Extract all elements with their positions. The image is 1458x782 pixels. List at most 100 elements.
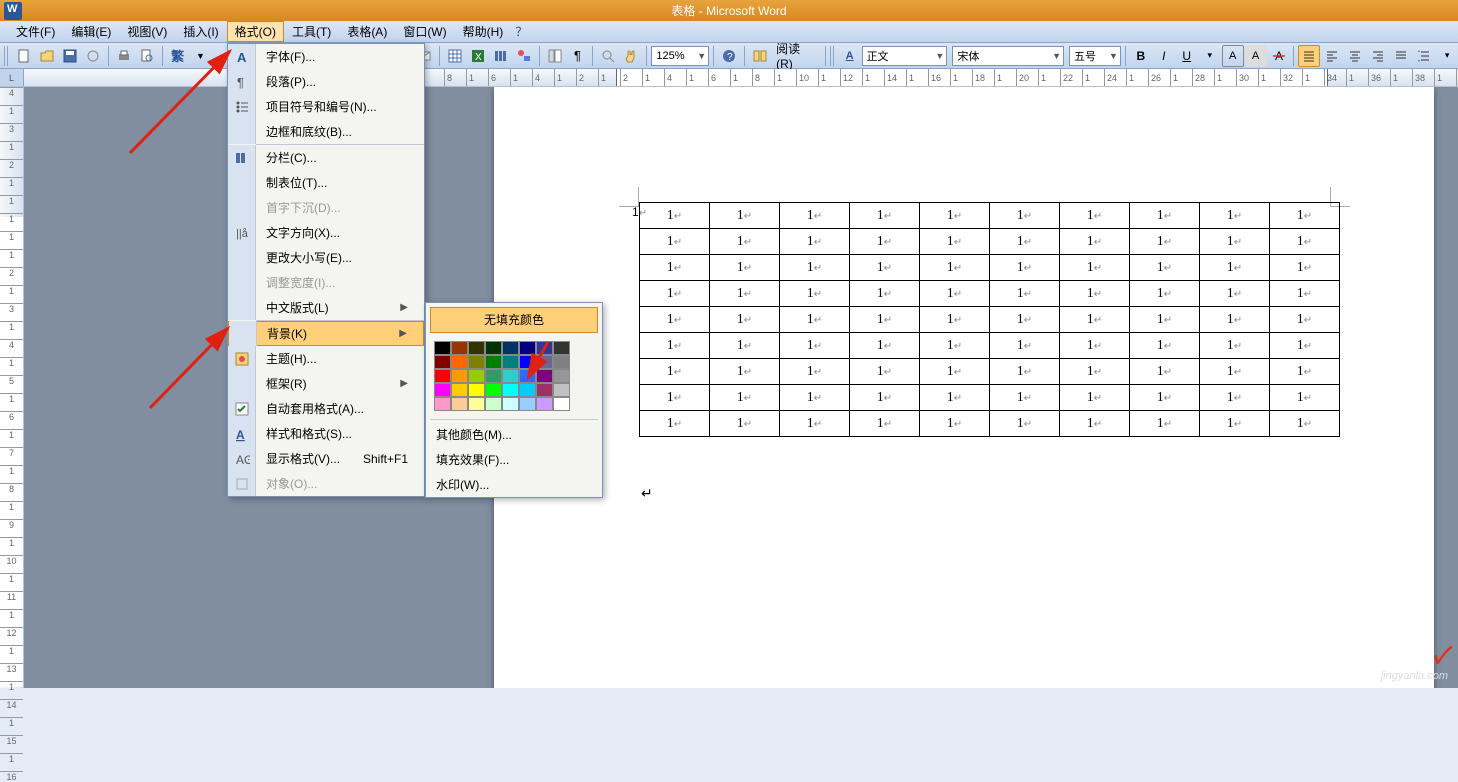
table-cell[interactable]: 1↵ — [640, 255, 710, 281]
show-marks-button[interactable]: ¶ — [567, 45, 589, 67]
color-swatch[interactable] — [434, 369, 451, 383]
color-swatch[interactable] — [553, 397, 570, 411]
table-cell[interactable]: 1↵ — [780, 203, 850, 229]
format-menu-item-10[interactable]: 调整宽度(I)... — [228, 270, 424, 295]
table-cell[interactable]: 1↵ — [850, 229, 920, 255]
table-cell[interactable]: 1↵ — [990, 281, 1060, 307]
table-cell[interactable]: 1↵ — [640, 307, 710, 333]
underline-button[interactable]: U — [1176, 45, 1198, 67]
table-cell[interactable]: 1↵ — [1270, 255, 1340, 281]
format-menu-item-16[interactable]: 自动套用格式(A)... — [228, 396, 424, 421]
table-cell[interactable]: 1↵ — [1270, 307, 1340, 333]
table-cell[interactable]: 1↵ — [1200, 307, 1270, 333]
read-mode-label[interactable]: 阅读(R) — [772, 40, 821, 71]
toolbar-grip[interactable] — [4, 46, 10, 66]
hand-button[interactable] — [620, 45, 642, 67]
align-right-button[interactable] — [1367, 45, 1389, 67]
color-swatch[interactable] — [536, 397, 553, 411]
table-cell[interactable]: 1↵ — [850, 255, 920, 281]
color-swatch[interactable] — [502, 397, 519, 411]
table-cell[interactable]: 1↵ — [1060, 307, 1130, 333]
table-cell[interactable]: 1↵ — [1130, 411, 1200, 437]
menu-view[interactable]: 视图(V) — [119, 21, 175, 42]
menu-tools[interactable]: 工具(T) — [284, 21, 339, 42]
border-a-button[interactable]: A — [1222, 45, 1244, 67]
table-cell[interactable]: 1↵ — [850, 411, 920, 437]
table-cell[interactable]: 1↵ — [710, 307, 780, 333]
color-swatch[interactable] — [451, 355, 468, 369]
char-shade-button[interactable]: A — [1245, 45, 1267, 67]
table-cell[interactable]: 1↵ — [1060, 385, 1130, 411]
line-spacing-button[interactable] — [1413, 45, 1435, 67]
table-cell[interactable]: 1↵ — [990, 307, 1060, 333]
table-cell[interactable]: 1↵ — [850, 281, 920, 307]
table-cell[interactable]: 1↵ — [990, 359, 1060, 385]
menu-edit[interactable]: 编辑(E) — [63, 21, 119, 42]
drawing-button[interactable] — [513, 45, 535, 67]
table-cell[interactable]: 1↵ — [1130, 359, 1200, 385]
table-cell[interactable]: 1↵ — [990, 255, 1060, 281]
format-menu-item-7[interactable]: 首字下沉(D)... — [228, 195, 424, 220]
color-swatch[interactable] — [485, 397, 502, 411]
align-distribute-button[interactable] — [1390, 45, 1412, 67]
table-cell[interactable]: 1↵ — [920, 385, 990, 411]
table-cell[interactable]: 1↵ — [1060, 281, 1130, 307]
table-button[interactable] — [444, 45, 466, 67]
table-cell[interactable]: 1↵ — [780, 229, 850, 255]
table-cell[interactable]: 1↵ — [640, 229, 710, 255]
table-cell[interactable]: 1↵ — [780, 359, 850, 385]
format-menu-item-8[interactable]: ||å文字方向(X)... — [228, 220, 424, 245]
help-icon[interactable]: ？ — [515, 23, 527, 40]
table-cell[interactable]: 1↵ — [920, 281, 990, 307]
table-cell[interactable]: 1↵ — [990, 385, 1060, 411]
align-justify-button[interactable] — [1298, 45, 1320, 67]
table-cell[interactable]: 1↵ — [1270, 359, 1340, 385]
book-icon[interactable] — [749, 45, 771, 67]
table-cell[interactable]: 1↵ — [640, 281, 710, 307]
table-cell[interactable]: 1↵ — [1200, 385, 1270, 411]
table-cell[interactable]: 1↵ — [920, 307, 990, 333]
format-menu-item-11[interactable]: 中文版式(L)▶ — [228, 295, 424, 320]
format-menu-item-13[interactable]: 背景(K)▶ — [228, 321, 424, 346]
table-cell[interactable]: 1↵ — [1060, 229, 1130, 255]
format-menu-item-18[interactable]: Aʘ显示格式(V)...Shift+F1 — [228, 446, 424, 471]
table-cell[interactable]: 1↵ — [780, 411, 850, 437]
vertical-ruler[interactable]: 4131211111213141516171819110111112113114… — [0, 87, 24, 688]
table-cell[interactable]: 1↵ — [850, 203, 920, 229]
table-cell[interactable]: 1↵ — [920, 411, 990, 437]
table-cell[interactable]: 1↵ — [990, 333, 1060, 359]
color-swatch[interactable] — [451, 369, 468, 383]
table-cell[interactable]: 1↵ — [710, 229, 780, 255]
menu-file[interactable]: 文件(F) — [8, 21, 63, 42]
table-cell[interactable]: 1↵ — [640, 203, 710, 229]
color-swatch[interactable] — [451, 383, 468, 397]
table-cell[interactable]: 1↵ — [1130, 281, 1200, 307]
menu-insert[interactable]: 插入(I) — [175, 21, 226, 42]
table-cell[interactable]: 1↵ — [850, 333, 920, 359]
format-menu-item-17[interactable]: A样式和格式(S)... — [228, 421, 424, 446]
excel-button[interactable]: X — [467, 45, 489, 67]
color-swatch[interactable] — [468, 397, 485, 411]
table-cell[interactable]: 1↵ — [1270, 385, 1340, 411]
table-cell[interactable]: 1↵ — [920, 359, 990, 385]
more-colors-item[interactable]: 其他颜色(M)... — [426, 422, 602, 447]
style-combo[interactable]: 正文▼ — [862, 46, 948, 66]
zoom-out-button[interactable] — [597, 45, 619, 67]
color-swatch[interactable] — [451, 341, 468, 355]
format-menu-item-9[interactable]: 更改大小写(E)... — [228, 245, 424, 270]
table-cell[interactable]: 1↵ — [920, 203, 990, 229]
color-swatch[interactable] — [434, 397, 451, 411]
color-swatch[interactable] — [434, 383, 451, 397]
table-cell[interactable]: 1↵ — [1200, 281, 1270, 307]
color-swatch[interactable] — [451, 397, 468, 411]
menu-help[interactable]: 帮助(H) — [455, 21, 512, 42]
strike-button[interactable]: A — [1268, 45, 1290, 67]
style-icon[interactable]: A — [839, 45, 861, 67]
format-menu-item-6[interactable]: 制表位(T)... — [228, 170, 424, 195]
table-cell[interactable]: 1↵ — [1130, 307, 1200, 333]
format-menu-item-19[interactable]: 对象(O)... — [228, 471, 424, 496]
table-cell[interactable]: 1↵ — [1200, 255, 1270, 281]
table-cell[interactable]: 1↵ — [710, 281, 780, 307]
bold-button[interactable]: B — [1130, 45, 1152, 67]
table-cell[interactable]: 1↵ — [1130, 255, 1200, 281]
